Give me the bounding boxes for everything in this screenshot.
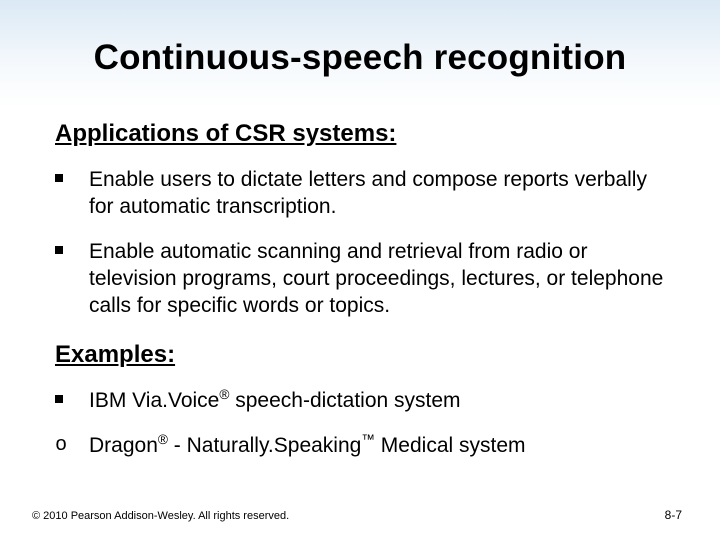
example-text: Dragon® - Naturally.Speaking™ Medical sy… [89, 432, 526, 459]
trademark-icon: ™ [361, 432, 375, 447]
text-fragment: Dragon [89, 434, 158, 457]
applications-heading: Applications of CSR systems: [55, 120, 670, 148]
examples-heading: Examples: [55, 341, 670, 369]
slide-body: Applications of CSR systems: Enable user… [55, 120, 670, 477]
registered-mark-icon: ® [158, 432, 168, 447]
registered-mark-icon: ® [219, 387, 229, 402]
text-fragment: speech-dictation system [229, 389, 460, 412]
list-item: Enable users to dictate letters and comp… [55, 166, 670, 220]
list-item: Enable automatic scanning and retrieval … [55, 238, 670, 319]
bullet-text: Enable users to dictate letters and comp… [89, 166, 670, 220]
square-bullet-icon [55, 246, 63, 254]
text-fragment: IBM Via.Voice [89, 389, 219, 412]
text-fragment: - Naturally.Speaking [168, 434, 361, 457]
list-item: o Dragon® - Naturally.Speaking™ Medical … [55, 432, 670, 459]
page-number: 8-7 [665, 508, 682, 522]
copyright-footer: © 2010 Pearson Addison-Wesley. All right… [32, 510, 289, 522]
example-text: IBM Via.Voice® speech-dictation system [89, 387, 461, 414]
circle-bullet-icon: o [55, 432, 67, 456]
square-bullet-icon [55, 174, 63, 182]
slide: Continuous-speech recognition Applicatio… [0, 0, 720, 540]
list-item: IBM Via.Voice® speech-dictation system [55, 387, 670, 414]
square-bullet-icon [55, 395, 63, 403]
text-fragment: Medical system [375, 434, 526, 457]
slide-title: Continuous-speech recognition [0, 38, 720, 78]
bullet-text: Enable automatic scanning and retrieval … [89, 238, 670, 319]
